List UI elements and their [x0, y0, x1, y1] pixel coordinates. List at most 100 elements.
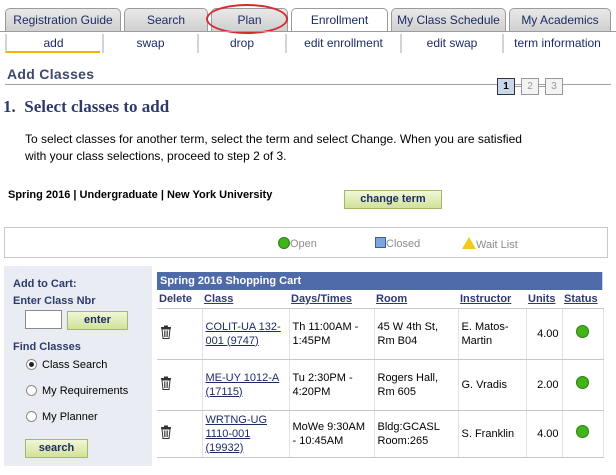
enter-button[interactable]: enter	[67, 311, 128, 330]
table-row: COLIT-UA 132-001 (9747) Th 11:00AM - 1:4…	[157, 308, 604, 360]
page-title: Add Classes	[7, 66, 95, 82]
radio-my-planner-label: My Planner	[42, 411, 98, 423]
radio-button-selected[interactable]	[26, 359, 37, 370]
col-status[interactable]: Status	[562, 290, 603, 309]
col-instructor[interactable]: Instructor	[458, 290, 526, 309]
class-link[interactable]: ME-UY 1012-A (17115)	[206, 372, 280, 398]
step-2: 2	[521, 78, 539, 95]
enrollment-sub-tabs: add swap drop edit enrollment edit swap …	[5, 34, 611, 54]
radio-my-requirements[interactable]: My Requirements	[26, 384, 128, 398]
subtab-edit-enrollment[interactable]: edit enrollment	[285, 34, 400, 53]
tab-divider	[0, 31, 616, 32]
col-units-label[interactable]: Units	[528, 293, 556, 305]
col-delete: Delete	[157, 290, 202, 309]
open-status-icon	[576, 425, 589, 438]
class-nbr-input[interactable]	[25, 310, 62, 329]
open-status-icon	[576, 376, 589, 389]
col-units[interactable]: Units	[526, 290, 562, 309]
col-days-times-label[interactable]: Days/Times	[291, 293, 352, 305]
tab-my-academics[interactable]: My Academics	[509, 8, 611, 31]
units-cell: 4.00	[526, 410, 563, 458]
yellow-triangle-icon	[462, 237, 476, 249]
radio-class-search[interactable]: Class Search	[26, 358, 107, 372]
instructor-cell: G. Vradis	[458, 359, 527, 411]
status-cell	[562, 359, 604, 411]
subtab-edit-swap[interactable]: edit swap	[400, 34, 502, 53]
step-indicator: 1 2 3	[497, 78, 577, 96]
tab-plan[interactable]: Plan	[211, 8, 288, 31]
instructor-cell: S. Franklin	[458, 410, 527, 458]
legend-closed: Closed	[375, 237, 420, 251]
trash-icon[interactable]	[160, 425, 172, 439]
open-status-icon	[576, 325, 589, 338]
enter-class-nbr-label: Enter Class Nbr	[13, 295, 96, 307]
trash-icon[interactable]	[160, 376, 172, 390]
col-days-times[interactable]: Days/Times	[289, 290, 374, 309]
room-cell: Bldg:GCASL Room:265	[374, 410, 459, 458]
days-times-cell: Tu 2:30PM - 4:20PM	[289, 359, 375, 411]
cart-header-row: Delete Class Days/Times Room Instructor …	[157, 290, 603, 309]
class-link[interactable]: WRTNG-UG 1110-001 (19932)	[206, 414, 268, 454]
units-cell: 4.00	[526, 308, 563, 360]
col-class-label[interactable]: Class	[204, 293, 233, 305]
cart-title: Spring 2016 Shopping Cart	[157, 272, 603, 290]
legend-wait-list: Wait List	[462, 237, 518, 251]
class-cell: ME-UY 1012-A (17115)	[202, 359, 290, 411]
subtab-swap[interactable]: swap	[102, 34, 197, 53]
cart-table: Delete Class Days/Times Room Instructor …	[157, 290, 604, 458]
class-link[interactable]: COLIT-UA 132-001 (9747)	[206, 321, 281, 347]
step-3: 3	[545, 78, 563, 95]
room-cell: Rogers Hall, Rm 605	[374, 359, 459, 411]
radio-class-search-label: Class Search	[42, 359, 108, 371]
status-cell	[562, 410, 604, 458]
legend-open-label: Open	[290, 238, 317, 250]
col-room[interactable]: Room	[374, 290, 458, 309]
days-times-cell: MoWe 9:30AM - 10:45AM	[289, 410, 375, 458]
subtab-add[interactable]: add	[5, 34, 100, 53]
add-to-cart-heading: Add to Cart:	[13, 278, 77, 290]
subtab-drop[interactable]: drop	[197, 34, 285, 53]
top-navigation-tabs: Registration Guide Search Plan Enrollmen…	[5, 8, 611, 32]
legend-closed-label: Closed	[386, 238, 421, 250]
step-1: 1	[497, 78, 515, 95]
status-cell	[562, 308, 604, 360]
legend-open: Open	[278, 237, 317, 251]
subtab-term-information[interactable]: term information	[502, 34, 611, 53]
blue-square-icon	[375, 237, 386, 248]
class-cell: WRTNG-UG 1110-001 (19932)	[202, 410, 290, 458]
table-row: ME-UY 1012-A (17115) Tu 2:30PM - 4:20PM …	[157, 359, 604, 411]
table-row: WRTNG-UG 1110-001 (19932) MoWe 9:30AM - …	[157, 410, 604, 458]
room-cell: 45 W 4th St, Rm B04	[374, 308, 459, 360]
tab-my-class-schedule[interactable]: My Class Schedule	[391, 8, 506, 31]
class-cell: COLIT-UA 132-001 (9747)	[202, 308, 290, 360]
trash-icon[interactable]	[160, 325, 172, 339]
units-cell: 2.00	[526, 359, 563, 411]
col-status-label[interactable]: Status	[564, 293, 598, 305]
tab-search[interactable]: Search	[124, 8, 208, 31]
change-term-button[interactable]: change term	[344, 190, 442, 209]
term-info: Spring 2016 | Undergraduate | New York U…	[8, 189, 273, 201]
radio-my-planner[interactable]: My Planner	[26, 410, 98, 424]
radio-my-requirements-label: My Requirements	[42, 385, 129, 397]
radio-button[interactable]	[26, 385, 37, 396]
instructor-cell: E. Matos-Martin	[458, 308, 527, 360]
step-heading: 1. Select classes to add	[3, 97, 170, 116]
add-to-cart-panel: Add to Cart: Enter Class Nbr enter Find …	[4, 266, 152, 466]
status-legend: Open Closed Wait List	[4, 227, 608, 258]
tab-enrollment[interactable]: Enrollment	[291, 8, 388, 32]
green-circle-icon	[278, 237, 290, 249]
find-classes-label: Find Classes	[13, 341, 81, 353]
col-instructor-label[interactable]: Instructor	[460, 293, 511, 305]
delete-cell	[157, 308, 203, 360]
col-room-label[interactable]: Room	[376, 293, 407, 305]
days-times-cell: Th 11:00AM - 1:45PM	[289, 308, 375, 360]
delete-cell	[157, 410, 203, 458]
shopping-cart: Spring 2016 Shopping Cart Delete Class D…	[157, 272, 604, 458]
search-button[interactable]: search	[25, 439, 88, 458]
tab-registration-guide[interactable]: Registration Guide	[5, 8, 121, 31]
delete-cell	[157, 359, 203, 411]
legend-wait-list-label: Wait List	[476, 239, 518, 251]
col-class[interactable]: Class	[202, 290, 289, 309]
instructions-text: To select classes for another term, sele…	[25, 132, 522, 163]
radio-button[interactable]	[26, 411, 37, 422]
